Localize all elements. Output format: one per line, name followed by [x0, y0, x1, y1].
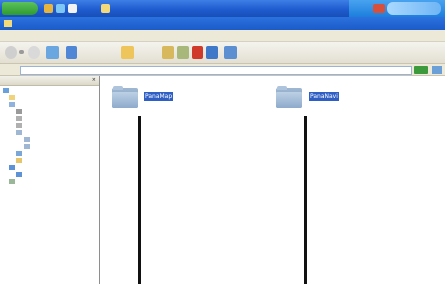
tree-item[interactable] — [9, 95, 17, 102]
tray-logo-icon — [387, 2, 441, 15]
toolbar — [0, 42, 445, 64]
tree-item[interactable] — [9, 102, 17, 109]
my-computer-icon — [9, 102, 15, 107]
network-icon — [9, 165, 15, 170]
taskbar-window-icon[interactable] — [101, 4, 110, 13]
up-folder-icon[interactable] — [46, 46, 59, 59]
folder-icon[interactable] — [112, 86, 138, 108]
folder-icon — [24, 137, 30, 142]
tree-item[interactable] — [16, 172, 24, 179]
tree-item[interactable] — [24, 137, 32, 144]
folder-icon[interactable] — [276, 86, 302, 108]
go-button[interactable] — [414, 66, 428, 74]
tree-item[interactable] — [24, 144, 32, 151]
undo-icon[interactable] — [206, 46, 218, 59]
tree-item[interactable] — [16, 116, 24, 123]
folder-icon — [24, 144, 30, 149]
address-input[interactable] — [20, 66, 412, 75]
copy-to-icon[interactable] — [177, 46, 189, 59]
folders-pane-header: × — [0, 76, 99, 86]
my-documents-icon — [9, 95, 15, 100]
tree-item[interactable] — [16, 109, 24, 116]
tree-item-desktop[interactable] — [3, 88, 11, 95]
floppy-icon — [16, 109, 22, 114]
address-bar — [0, 64, 445, 76]
folder-content: PanaMap PanaNavi — [100, 76, 445, 284]
media-quicklaunch-icon[interactable] — [68, 4, 77, 13]
control-panel-icon — [16, 151, 22, 156]
links-icon[interactable] — [432, 66, 442, 74]
system-tray — [349, 0, 445, 17]
back-dropdown-icon[interactable] — [19, 50, 24, 54]
menubar — [0, 30, 445, 42]
start-button[interactable] — [2, 2, 38, 15]
desktop-quicklaunch-icon[interactable] — [56, 4, 65, 13]
folders-icon[interactable] — [121, 46, 134, 59]
folders-pane: × — [0, 76, 100, 284]
desktop-icon — [3, 88, 9, 93]
move-to-icon[interactable] — [162, 46, 174, 59]
views-icon[interactable] — [224, 46, 237, 59]
window-titlebar — [0, 17, 445, 30]
tree-item[interactable] — [16, 130, 24, 137]
tree-item[interactable] — [16, 151, 24, 158]
tree-item[interactable] — [9, 179, 17, 186]
taskbar — [0, 0, 445, 17]
folder-label-pananavi[interactable]: PanaNavi — [309, 92, 339, 101]
divider-line — [138, 116, 141, 284]
drive-icon — [16, 123, 22, 128]
removable-disk-icon — [16, 130, 22, 135]
tree-item[interactable] — [16, 158, 24, 165]
tray-close-icon[interactable] — [373, 4, 385, 13]
shared-docs-icon — [16, 158, 22, 163]
drive-icon — [16, 116, 22, 121]
folder-window-icon — [4, 20, 12, 27]
back-icon[interactable] — [5, 46, 17, 59]
folder-label-panamap[interactable]: PanaMap — [144, 92, 174, 101]
search-icon[interactable] — [66, 46, 77, 59]
tree-item[interactable] — [9, 165, 17, 172]
recycle-bin-icon — [9, 179, 15, 184]
network-places-icon — [16, 172, 22, 177]
tree-item[interactable] — [16, 123, 24, 130]
forward-icon[interactable] — [28, 46, 40, 59]
delete-icon[interactable] — [192, 46, 203, 59]
divider-line — [304, 116, 307, 284]
ie-quicklaunch-icon[interactable] — [44, 4, 53, 13]
close-pane-icon[interactable]: × — [92, 76, 96, 85]
